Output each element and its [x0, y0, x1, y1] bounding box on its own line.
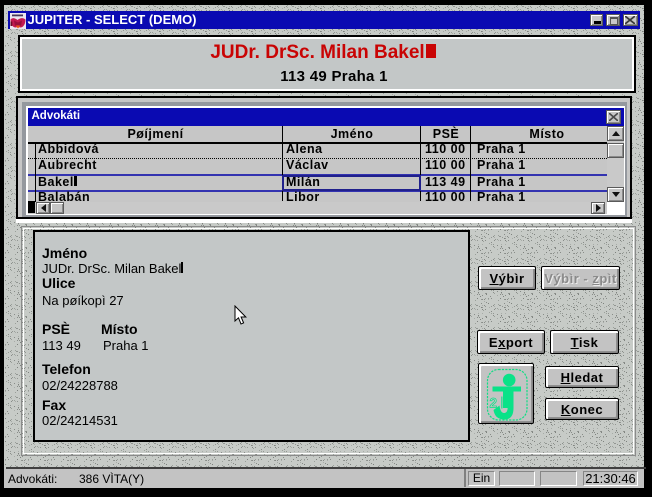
svg-text:2: 2 — [490, 396, 498, 411]
